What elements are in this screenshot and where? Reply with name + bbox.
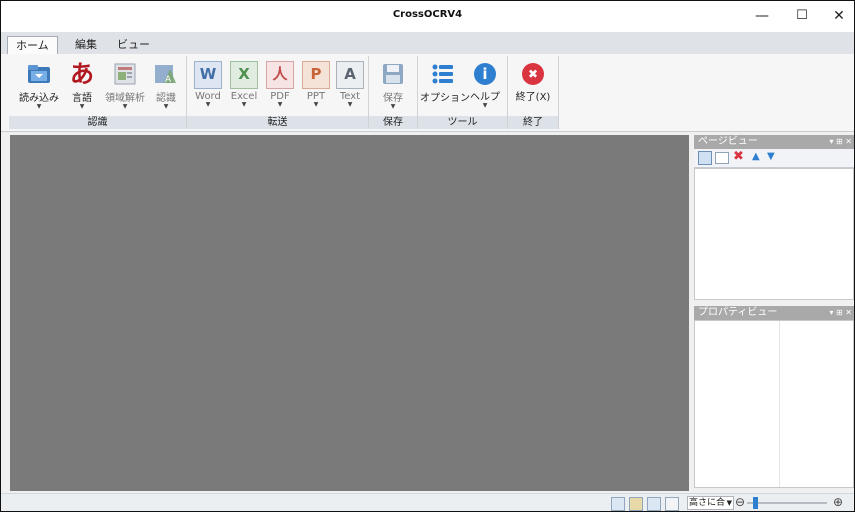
- dropdown-arrow-icon: ▼: [347, 101, 353, 108]
- dropdown-arrow-icon: ▼: [313, 101, 319, 108]
- language-button[interactable]: あ 言語 ▼: [65, 58, 99, 114]
- property-view-title: プロパティビュー: [698, 307, 778, 318]
- delete-page-icon[interactable]: ✖: [733, 149, 744, 164]
- svg-text:A: A: [165, 75, 172, 85]
- options-label: オプション: [420, 93, 470, 104]
- close-button[interactable]: ✕: [824, 5, 854, 27]
- ribbon-group-transfer: W Word ▼ X Excel ▼ 人 PDF ▼ P PPT ▼ A Tex: [187, 56, 369, 129]
- dropdown-arrow-icon: ▼: [390, 103, 396, 110]
- minimize-button[interactable]: —: [747, 5, 777, 27]
- page-view-header: ページビュー ▾ ⊞ ✕: [694, 135, 854, 149]
- load-label: 読み込み: [19, 93, 59, 104]
- recognize-icon: A: [153, 61, 179, 87]
- zoom-mode-value: 高さに合: [689, 498, 726, 508]
- hiragana-a-icon: あ: [70, 60, 94, 88]
- status-bar: 高さに合 ▼ ⊖ ⊕: [1, 493, 854, 511]
- recognize-label: 認識: [156, 93, 176, 104]
- maximize-button[interactable]: ☐: [787, 5, 817, 27]
- zoom-slider[interactable]: [747, 502, 827, 504]
- text-view-icon[interactable]: [665, 497, 679, 511]
- group-title-tools: ツール: [418, 116, 507, 129]
- save-label: 保存: [383, 93, 403, 104]
- grid-view-icon[interactable]: [698, 151, 712, 165]
- move-up-icon[interactable]: ▲: [752, 151, 760, 162]
- exit-button[interactable]: ✖ 終了(X): [513, 58, 553, 114]
- pdf-icon: 人: [266, 61, 294, 89]
- pdf-button[interactable]: 人 PDF ▼: [263, 58, 297, 114]
- recognize-button[interactable]: A 認識 ▼: [149, 58, 183, 114]
- dropdown-arrow-icon: ▼: [241, 101, 247, 108]
- dropdown-arrow-icon: ▼: [205, 101, 211, 108]
- text-button[interactable]: A Text ▼: [333, 58, 367, 114]
- help-label: ヘルプ: [470, 92, 500, 103]
- page-view-title: ページビュー: [698, 136, 758, 147]
- ribbon-group-tools: オプション i ヘルプ ▼ ツール: [418, 56, 508, 129]
- group-title-exit: 終了: [508, 116, 558, 129]
- info-icon: i: [474, 63, 496, 85]
- title-bar: CrossOCRV4 — ☐ ✕: [1, 1, 854, 32]
- fit-page-icon[interactable]: [611, 497, 625, 511]
- text-icon: A: [336, 61, 364, 89]
- layout-analysis-button[interactable]: 領域解析 ▼: [101, 58, 149, 114]
- options-list-icon: [430, 61, 456, 87]
- page-thumbnail-list[interactable]: [694, 168, 854, 300]
- zoom-out-icon[interactable]: ⊖: [735, 495, 745, 509]
- single-page-icon[interactable]: [715, 152, 729, 164]
- word-button[interactable]: W Word ▼: [191, 58, 225, 114]
- layout-analysis-label: 領域解析: [105, 93, 145, 104]
- property-column-divider: [779, 321, 780, 487]
- tab-home[interactable]: ホーム: [7, 36, 58, 55]
- move-down-icon[interactable]: ▼: [767, 151, 775, 162]
- ribbon-group-recognize: 読み込み ▼ あ 言語 ▼ 領域解析 ▼ A 認識 ▼ 認識: [9, 56, 187, 129]
- group-title-recognize: 認識: [9, 116, 186, 129]
- folder-import-icon: [26, 61, 52, 87]
- group-title-save: 保存: [369, 116, 417, 129]
- floppy-disk-icon: [380, 61, 406, 87]
- property-grid[interactable]: [694, 320, 854, 488]
- app-window: CrossOCRV4 — ☐ ✕ ホーム 編集 ビュー 読み込み ▼ あ 言語 …: [0, 0, 855, 512]
- excel-button[interactable]: X Excel ▼: [227, 58, 261, 114]
- dropdown-arrow-icon: ▼: [482, 102, 488, 109]
- save-button[interactable]: 保存 ▼: [376, 58, 410, 114]
- zoom-slider-thumb[interactable]: [753, 497, 758, 509]
- dropdown-arrow-icon: ▼: [79, 103, 85, 110]
- window-title: CrossOCRV4: [392, 9, 463, 20]
- two-page-icon[interactable]: [647, 497, 661, 511]
- group-title-transfer: 転送: [187, 116, 368, 129]
- image-view-icon[interactable]: [629, 497, 643, 511]
- ppt-icon: P: [302, 61, 330, 89]
- exit-label: 終了(X): [515, 92, 551, 103]
- zoom-in-icon[interactable]: ⊕: [833, 495, 843, 509]
- tab-view[interactable]: ビュー: [109, 36, 158, 54]
- chevron-down-icon: ▼: [726, 499, 732, 507]
- excel-icon: X: [230, 61, 258, 89]
- word-icon: W: [194, 61, 222, 89]
- ribbon-tab-strip: ホーム 編集 ビュー: [1, 32, 854, 55]
- language-label: 言語: [72, 93, 92, 104]
- help-button[interactable]: i ヘルプ ▼: [468, 58, 502, 114]
- dropdown-arrow-icon: ▼: [122, 103, 128, 110]
- load-button[interactable]: 読み込み ▼: [17, 58, 61, 114]
- options-button[interactable]: オプション: [420, 58, 470, 114]
- tab-edit[interactable]: 編集: [67, 36, 105, 54]
- dropdown-arrow-icon: ▼: [163, 103, 169, 110]
- dropdown-arrow-icon: ▼: [277, 101, 283, 108]
- page-view-toolbar: ✖ ▲ ▼: [694, 149, 854, 168]
- dropdown-arrow-icon: ▼: [36, 103, 42, 110]
- ribbon-group-exit: ✖ 終了(X) 終了: [508, 56, 559, 129]
- property-view-header: プロパティビュー ▾ ⊞ ✕: [694, 306, 854, 320]
- ppt-button[interactable]: P PPT ▼: [299, 58, 333, 114]
- ribbon-group-save: 保存 ▼ 保存: [369, 56, 418, 129]
- zoom-mode-select[interactable]: 高さに合 ▼: [687, 496, 734, 510]
- ribbon: 読み込み ▼ あ 言語 ▼ 領域解析 ▼ A 認識 ▼ 認識 W Word ▼ …: [1, 54, 854, 132]
- property-view-controls[interactable]: ▾ ⊞ ✕: [829, 306, 852, 320]
- page-view-controls[interactable]: ▾ ⊞ ✕: [829, 135, 852, 149]
- document-canvas[interactable]: [10, 135, 689, 491]
- layout-analysis-icon: [112, 61, 138, 87]
- right-dock: ページビュー ▾ ⊞ ✕ ✖ ▲ ▼ プロパティビュー ▾ ⊞ ✕: [694, 135, 854, 488]
- exit-icon: ✖: [522, 63, 544, 85]
